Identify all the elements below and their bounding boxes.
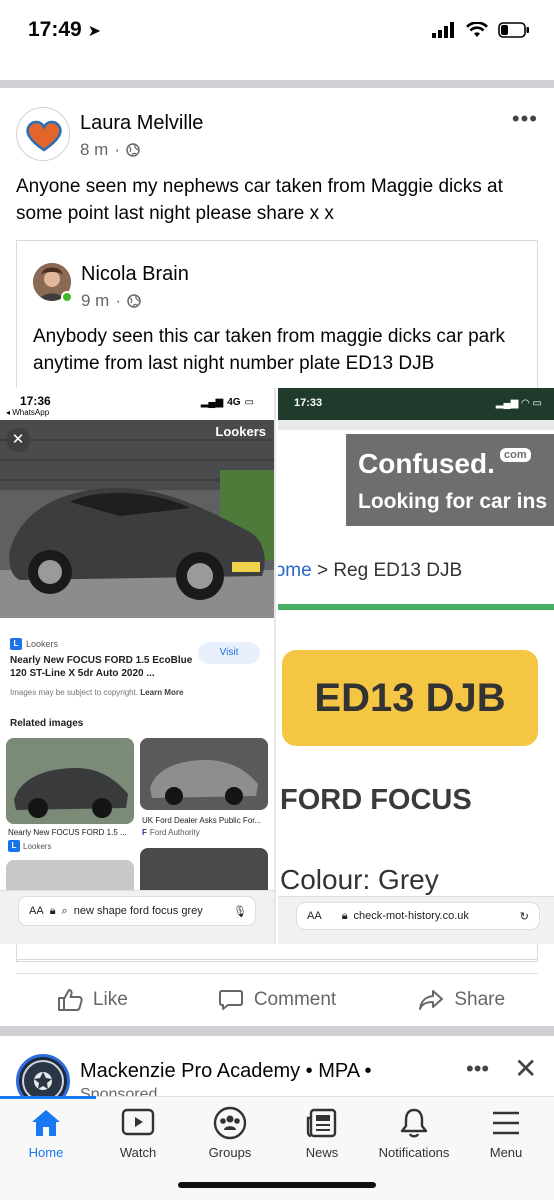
post-time: 8 m [80,140,109,159]
comment-button[interactable]: Comment [185,974,370,1026]
lock-icon: 🔒︎ [341,909,348,922]
screenshot-status-bar: 17:36 ◂ WhatsApp ▂▄▆ 4G ▭ [6,394,254,417]
academy-logo-icon [22,1060,64,1100]
post-text: Anyone seen my nephews car taken from Ma… [16,176,503,224]
post-image-right[interactable]: 17:33 ▂▄▆ ◠ ▭ Confused. com Looking for … [278,388,554,944]
feed-separator [0,80,554,88]
news-icon [306,1108,337,1138]
search-icon: ⌕ [61,904,68,917]
status-time: 17:49 ➤ [28,18,101,41]
sponsored-post: Mackenzie Pro Academy • MPA • Sponsored … [0,1036,554,1100]
home-indicator[interactable] [178,1182,376,1188]
thumbs-up-icon [57,989,83,1011]
avatar[interactable] [16,1054,70,1100]
related-image-2[interactable] [140,738,268,810]
online-status-dot [61,291,73,303]
car-photo [0,420,274,618]
home-icon [32,1110,60,1136]
share-button[interactable]: Share [369,974,554,1026]
tab-news[interactable]: News [276,1103,368,1160]
lookers-favicon-icon: L [10,638,22,650]
globe-icon [127,294,141,308]
share-icon [419,990,444,1010]
number-plate: ED13 DJB [282,650,538,746]
vehicle-make: FORD FOCUS [280,784,472,816]
tab-groups[interactable]: Groups [184,1103,276,1160]
status-indicators: ▂▄▆ ◠ ▭ [495,398,542,409]
active-tab-indicator [0,1096,96,1099]
feed-separator [0,1026,554,1036]
related-image-1-caption: Nearly New FOCUS FORD 1.5 ... [8,828,127,837]
avatar[interactable] [16,107,70,161]
reload-icon[interactable]: ↻ [520,910,529,923]
tab-home[interactable]: Home [0,1103,92,1160]
post-image-left[interactable]: 17:36 ◂ WhatsApp ▂▄▆ 4G ▭ ✕ Lookers L Lo… [0,388,276,944]
breadcrumb: Home > Reg ED13 DJB [278,560,462,582]
image-source: L Lookers [10,638,58,650]
visit-button[interactable]: Visit [198,642,260,664]
vehicle-colour: Colour: Grey [280,864,439,895]
signal-icon: ▂▄▆ [200,397,224,408]
close-icon[interactable]: ✕ [6,428,30,452]
status-bar: 17:49 ➤ [0,0,554,66]
lock-icon: 🔒︎ [49,904,56,917]
copyright-notice: Images may be subject to copyright. Lear… [10,688,184,697]
watch-icon [121,1108,155,1136]
lookers-favicon-icon: L [8,840,20,852]
related-image-1-source: L Lookers [8,840,51,852]
image-result-title[interactable]: Nearly New FOCUS FORD 1.5 EcoBlue 120 ST… [10,654,200,680]
like-button[interactable]: Like [0,974,185,1026]
more-options-icon[interactable]: ••• [466,1056,489,1082]
car-image-icon [140,738,268,810]
address-bar[interactable]: AA 🔒︎ check-mot-history.co.uk ↻ [296,902,540,930]
related-image-2-source: F Ford Authority [142,828,200,837]
post-meta: 8 m · [80,140,140,160]
globe-icon [126,143,140,157]
ford-authority-favicon-icon: F [142,828,147,837]
bell-icon [400,1108,428,1138]
learn-more-link[interactable]: Learn More [140,688,183,697]
car-image-icon [0,420,274,618]
groups-icon [213,1106,247,1140]
related-image-1[interactable] [6,738,134,824]
location-arrow-icon: ➤ [87,23,101,40]
battery-icon [498,22,529,38]
wifi-icon [466,22,488,37]
sponsored-post-author[interactable]: Mackenzie Pro Academy • MPA • [80,1060,372,1083]
microphone-icon[interactable]: 🎙︎ [233,905,247,918]
related-images-heading: Related images [10,718,84,729]
close-icon[interactable]: ✕ [514,1052,537,1085]
shared-post-time: 9 m [81,291,110,310]
status-indicators [432,22,530,38]
tab-watch[interactable]: Watch [92,1103,184,1160]
address-bar[interactable]: AA 🔒︎ ⌕ new shape ford focus grey 🎙︎ [18,896,256,926]
more-options-icon[interactable]: ••• [512,106,538,132]
related-image-2-caption: UK Ford Dealer Asks Public For... [142,816,262,825]
menu-icon [493,1111,519,1135]
breadcrumb-home-link[interactable]: Home [278,560,312,581]
tab-notifications[interactable]: Notifications [368,1103,460,1160]
confused-banner: Confused. com Looking for car ins [346,434,554,526]
shared-post-meta: 9 m · [81,291,141,311]
shared-post-text: Anybody seen this car taken from maggie … [33,326,506,374]
lookers-logo: Lookers [215,424,266,439]
cellular-signal-icon [432,22,454,38]
screenshot-status-bar: 17:33 ▂▄▆ ◠ ▭ [278,388,554,420]
comment-icon [218,990,243,1010]
post-actions: Like Comment Share [0,974,554,1026]
shared-post-author[interactable]: Nicola Brain [81,263,189,286]
battery-icon: ▭ [244,397,254,408]
divider [278,604,554,610]
post-author[interactable]: Laura Melville [80,112,203,135]
tab-menu[interactable]: Menu [460,1103,552,1160]
heart-profile-icon [18,109,69,160]
car-image-icon [6,738,134,824]
